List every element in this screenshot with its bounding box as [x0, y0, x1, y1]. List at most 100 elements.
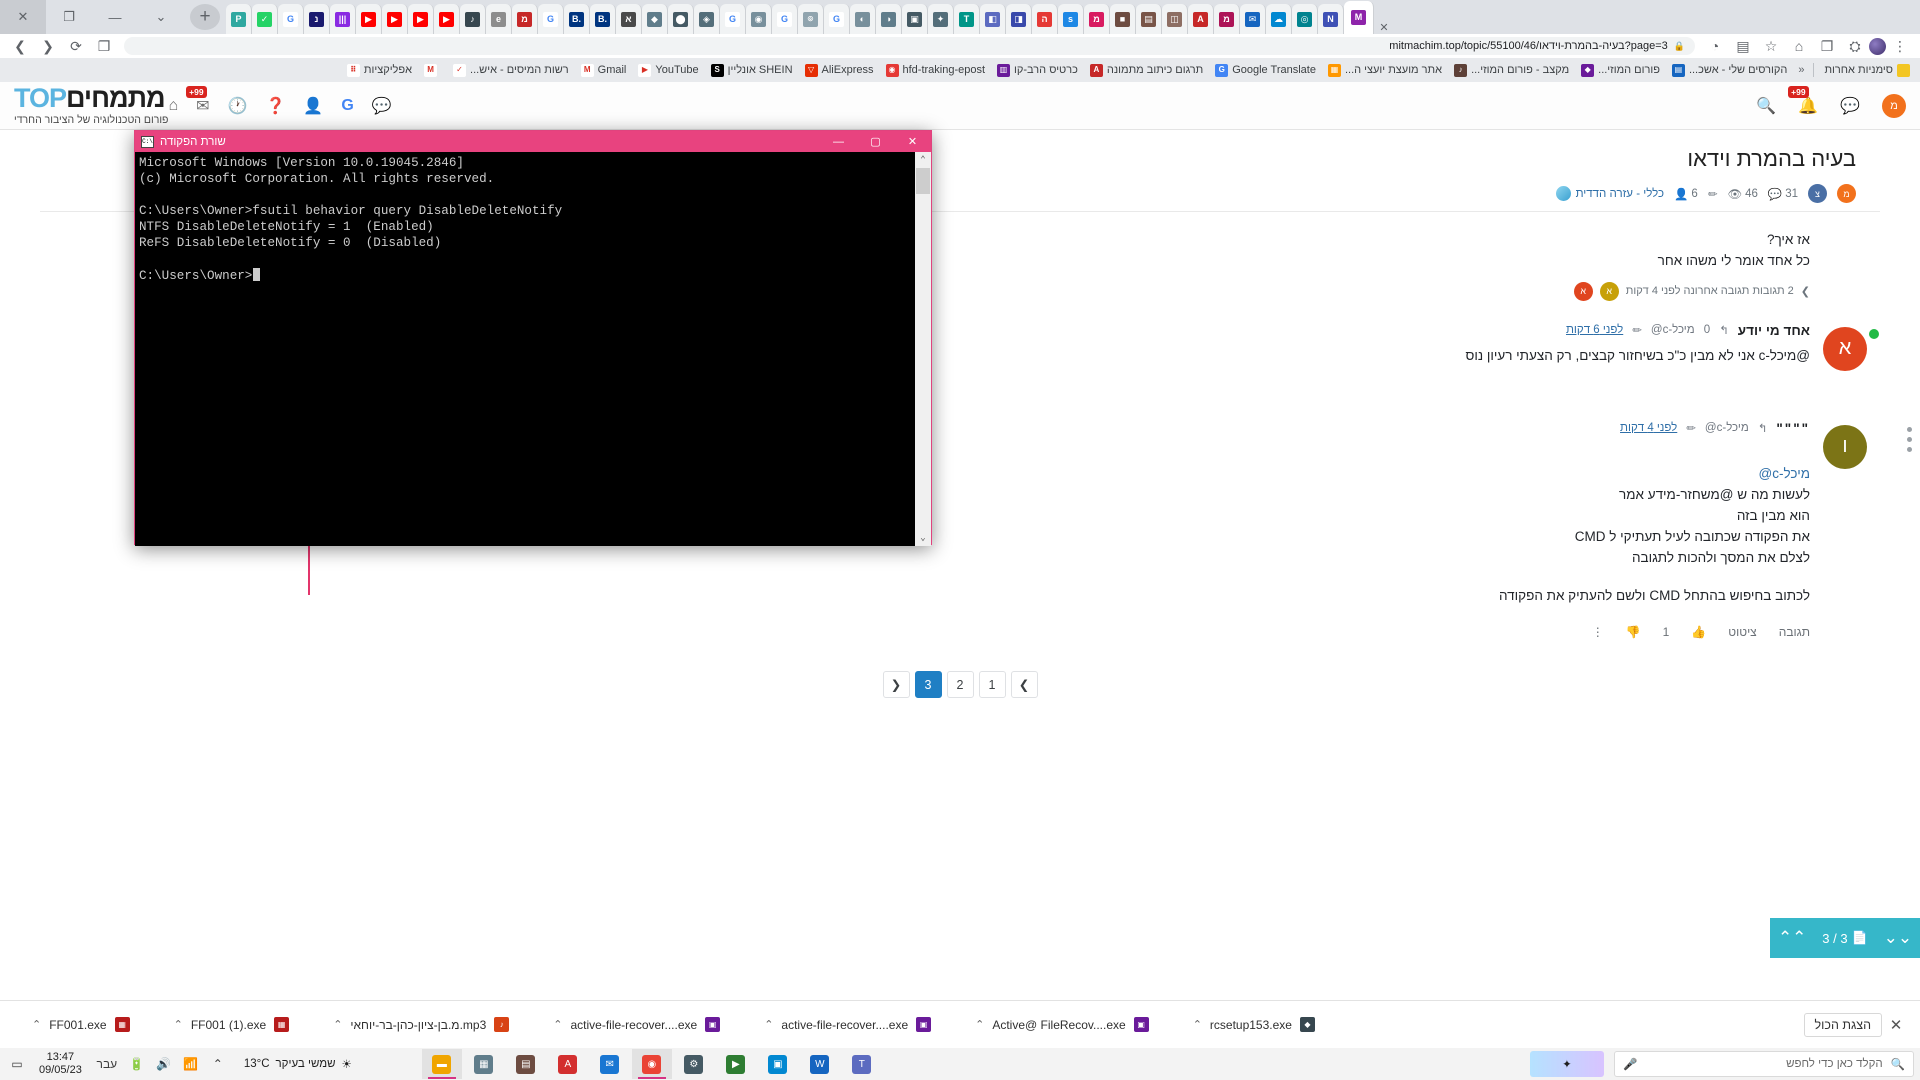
browser-tab[interactable]: G	[720, 4, 746, 34]
browser-tab[interactable]: ✓	[252, 4, 278, 34]
cmd-close-button[interactable]: ✕	[894, 131, 931, 152]
tab-close-icon[interactable]: ✕	[1374, 21, 1394, 34]
browser-tab[interactable]: T	[954, 4, 980, 34]
cmd-console-output[interactable]: Microsoft Windows [Version 10.0.19045.28…	[135, 152, 931, 546]
edit-icon[interactable]: ✏	[1632, 323, 1642, 337]
browser-tab[interactable]: ■	[1110, 4, 1136, 34]
browser-tab[interactable]: B.	[590, 4, 616, 34]
bell-icon[interactable]: 🔔 99+	[1788, 85, 1818, 116]
post-time[interactable]: לפני 4 דקות	[1620, 422, 1677, 434]
avatar[interactable]: א	[1823, 326, 1879, 371]
download-item[interactable]: ⌃ active-file-recover....exe ▣	[742, 1017, 953, 1032]
bookmark-other[interactable]: סימניות אחרות	[1818, 62, 1916, 79]
bookmark-item[interactable]: כרטיס הרב-קו ▥	[991, 62, 1084, 79]
bookmark-star-icon[interactable]: ☆	[1757, 34, 1785, 58]
browser-tab[interactable]: נ	[304, 4, 330, 34]
window-minimize-button[interactable]: —	[92, 0, 138, 34]
bookmark-panel-icon[interactable]: ❐	[90, 34, 118, 58]
pagination-page-1[interactable]: 1	[978, 671, 1006, 699]
avatar[interactable]: מ	[1882, 93, 1906, 118]
bookmark-item[interactable]: פורום המוזי... ◆	[1575, 62, 1666, 79]
download-item-chevron-icon[interactable]: ⌃	[1193, 1018, 1202, 1031]
meta-avatar[interactable]: צ	[1808, 184, 1827, 203]
browser-tab[interactable]: ☁	[1266, 4, 1292, 34]
comment-icon[interactable]: 💬	[1840, 96, 1860, 116]
browser-tab[interactable]: B.	[564, 4, 590, 34]
browser-tab[interactable]: G	[538, 4, 564, 34]
cmd-scroll-thumb[interactable]	[916, 168, 930, 194]
pagination-next[interactable]: ❯	[882, 671, 910, 699]
download-item-chevron-icon[interactable]: ⌃	[333, 1018, 342, 1031]
cmd-title-bar[interactable]: C:\ שורת הפקודה — ▢ ✕	[135, 131, 931, 152]
chat-icon[interactable]: 💬	[372, 96, 392, 116]
taskbar-app-settings[interactable]: ⚙	[674, 1049, 714, 1079]
address-bar[interactable]: mitmachim.top/topic/55100/46/בעיה-בהמרת-…	[124, 37, 1695, 55]
home-icon[interactable]: ⌂	[168, 97, 178, 115]
browser-tab[interactable]: ✉	[1240, 4, 1266, 34]
meta-avatar[interactable]: מ	[1837, 184, 1856, 203]
browser-tab[interactable]: ◈	[694, 4, 720, 34]
notifications-icon[interactable]: ▭	[6, 1057, 28, 1071]
cmd-scroll-down-arrow[interactable]: ⌄	[920, 530, 925, 546]
browser-tab[interactable]: ♪	[460, 4, 486, 34]
browser-tab[interactable]: A	[1188, 4, 1214, 34]
bookmark-item[interactable]: M	[418, 62, 447, 79]
search-input[interactable]: 🔍 הקלד כאן כדי לחפש 🎤	[1614, 1051, 1914, 1077]
inbox-icon[interactable]: ✉ 99+	[186, 85, 210, 116]
browser-tab[interactable]: ◎	[1292, 4, 1318, 34]
window-restore-button[interactable]: ❐	[46, 0, 92, 34]
taskbar-app-teams[interactable]: T	[842, 1049, 882, 1079]
taskbar-app-calculator[interactable]: ▦	[464, 1049, 504, 1079]
taskbar-app-mail[interactable]: ✉	[590, 1049, 630, 1079]
menu-icon[interactable]: ⋮	[1886, 34, 1914, 58]
taskbar-app-file-explorer[interactable]: ▬	[421, 1049, 462, 1079]
tab-search-button[interactable]: ⌄	[138, 0, 184, 34]
network-icon[interactable]: 📶	[180, 1057, 202, 1071]
upvote-button[interactable]: 👍	[1691, 625, 1706, 639]
browser-tab[interactable]: ◨	[1006, 4, 1032, 34]
bookmark-item[interactable]: אפליקציות ⠿	[341, 62, 418, 79]
pagination-page-3[interactable]: 3	[914, 671, 942, 699]
show-all-button[interactable]: הצגת הכול	[1803, 1012, 1882, 1037]
help-icon[interactable]: ❓	[265, 96, 285, 116]
bookmark-item[interactable]: תרגום כיתוב מתמונה A	[1084, 62, 1209, 79]
new-tab-button[interactable]: +	[190, 4, 220, 30]
download-item[interactable]: ⌃ מ.בן-ציון-כהן-בר-יוחאי.mp3 ♪	[311, 1017, 531, 1032]
cmd-scrollbar[interactable]: ⌃ ⌄	[915, 152, 931, 546]
browser-tab[interactable]: מ	[1084, 4, 1110, 34]
scroll-to-bottom-icon[interactable]: ⌄⌄	[1884, 928, 1913, 948]
collections-icon[interactable]: ▤	[1729, 34, 1757, 58]
post-author[interactable]: אחד מי יודע	[1738, 323, 1810, 338]
browser-tab[interactable]: e	[486, 4, 512, 34]
weather-widget[interactable]: 13°C שמשי בעיקר ☀	[234, 1057, 362, 1071]
browser-tab[interactable]: ◉	[746, 4, 772, 34]
copilot-button[interactable]: ✦	[1530, 1051, 1604, 1077]
reply-button[interactable]: תגובה	[1779, 625, 1810, 639]
download-item[interactable]: ⌃ rcsetup153.exe ◆	[1171, 1017, 1337, 1032]
browser-tab[interactable]: ▶	[408, 4, 434, 34]
post-reply-target[interactable]: מיכל-c@	[1705, 422, 1749, 434]
more-options-icon[interactable]: ⋮	[1592, 625, 1604, 639]
forward-icon[interactable]: ❮	[34, 34, 62, 58]
avatar[interactable]: ו	[1823, 424, 1867, 469]
browser-tab[interactable]: |||	[330, 4, 356, 34]
bookmark-item[interactable]: רשות המיסים - איש... ✓	[447, 62, 575, 79]
browser-tab[interactable]: מ	[512, 4, 538, 34]
edit-icon[interactable]: ✏	[1686, 421, 1696, 435]
pagination-page-2[interactable]: 2	[946, 671, 974, 699]
download-item-chevron-icon[interactable]: ⌃	[174, 1018, 183, 1031]
browser-tab[interactable]: ⬤	[668, 4, 694, 34]
reload-icon[interactable]: ⟳	[62, 34, 90, 58]
browser-tab[interactable]: G	[824, 4, 850, 34]
browser-tab[interactable]: ▤	[1136, 4, 1162, 34]
bookmark-item[interactable]: hfd-traking-epost ◉	[880, 62, 992, 79]
home-icon[interactable]: ⌂	[1785, 34, 1813, 58]
profile-avatar[interactable]	[1869, 37, 1886, 55]
browser-tab[interactable]: ⌾	[798, 4, 824, 34]
read-aloud-icon[interactable]: ◔	[1701, 34, 1729, 58]
download-item-chevron-icon[interactable]: ⌃	[975, 1018, 984, 1031]
browser-tab[interactable]: M	[1344, 1, 1374, 34]
browser-tab[interactable]: ◐	[850, 4, 876, 34]
download-item-chevron-icon[interactable]: ⌃	[32, 1018, 41, 1031]
browser-tab[interactable]: N	[1318, 4, 1344, 34]
